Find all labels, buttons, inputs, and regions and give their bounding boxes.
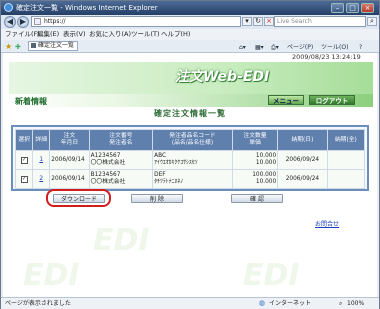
add-favorites-icon[interactable]: ✚ <box>15 41 21 53</box>
col-item-code: 発注者品名コード (品名/品名仕様) <box>152 129 233 151</box>
section-title: 新着情報 <box>15 97 47 106</box>
menu-favorites[interactable]: お気に入り(A) <box>89 29 131 40</box>
menu-edit[interactable]: 編集(E) <box>37 29 59 40</box>
internet-zone-icon: ◍ <box>259 299 266 307</box>
watermark: EDI <box>23 258 80 293</box>
search-input[interactable]: Live Search <box>274 16 366 27</box>
security-zone: インターネット <box>269 300 312 307</box>
col-detail: 詳細 <box>32 129 51 151</box>
inquiry-link[interactable]: お問合せ <box>315 219 339 228</box>
table-header-row: 選択 詳細 注文 年月日 注文番号 発注者名 発注者品名コード (品名/品名仕様… <box>14 129 366 151</box>
lock-icon[interactable]: ▾ <box>242 17 252 26</box>
col-order-date: 注文 年月日 <box>49 129 90 151</box>
select-checkbox[interactable]: ✓ <box>20 175 28 183</box>
minimize-button[interactable]: – <box>331 3 344 13</box>
favorites-bar: ★ ✚ 確定注文一覧 ⌂▾ ▦▾ ⎙▾ ページ(P) ツール(O) ? <box>1 40 379 53</box>
col-select: 選択 <box>14 129 34 151</box>
browser-tab[interactable]: 確定注文一覧 <box>28 41 78 51</box>
order-quantity: 100.000 <box>252 172 277 178</box>
menu-button[interactable]: メニュー <box>268 95 304 105</box>
current-datetime: 2009/08/23 13:24:19 <box>292 53 361 61</box>
due-all <box>326 150 366 170</box>
logout-button[interactable]: ログアウト <box>309 95 355 105</box>
item-code: ABC <box>154 153 167 159</box>
app-logo: 注文Web-EDI <box>175 69 270 85</box>
window-title: 確定注文一覧 - Windows Internet Explorer <box>16 4 158 12</box>
tab-title: 確定注文一覧 <box>38 42 75 49</box>
unit-price: 10.000 <box>255 179 277 185</box>
page-icon <box>34 18 41 25</box>
unit-price: 10.000 <box>255 160 277 166</box>
due-all <box>326 169 366 189</box>
menu-tools[interactable]: ツール(T) <box>131 29 160 40</box>
title-bar: 確定注文一覧 - Windows Internet Explorer – □ × <box>1 1 379 15</box>
table-row: ✓ 2 2006/09/14 B1234567 〇〇株式会社 DEF ﾀﾁﾂﾃﾄﾅﾆ… <box>14 169 366 189</box>
menu-file[interactable]: ファイル(F) <box>5 29 40 40</box>
address-toolbar: ◀ ▶ https:// ▾ ↻ × Live Search ⌕ <box>1 15 379 29</box>
quantity-cell: 10.000 10.000 <box>231 150 279 170</box>
ie-logo-icon <box>4 3 13 12</box>
order-table-frame: 選択 詳細 注文 年月日 注文番号 発注者名 発注者品名コード (品名/品名仕様… <box>11 125 369 191</box>
col-quantity: 注文数量 単価 <box>231 129 279 151</box>
detail-link[interactable]: 2 <box>39 176 43 182</box>
item-code: DEF <box>154 172 166 178</box>
select-cell: ✓ <box>14 150 34 170</box>
tab-page-icon <box>31 43 36 48</box>
order-number-cell: A1234567 〇〇株式会社 <box>88 150 154 170</box>
watermark: EDI <box>93 223 150 258</box>
detail-link[interactable]: 1 <box>39 157 43 163</box>
refresh-icon[interactable]: ↻ <box>253 17 263 26</box>
address-url: https:// <box>44 18 66 25</box>
menu-view[interactable]: 表示(V) <box>63 29 86 40</box>
detail-cell: 1 <box>32 150 51 170</box>
quantity-cell: 100.000 10.000 <box>231 169 279 189</box>
item-cell: DEF ﾀﾁﾂﾃﾄﾅﾆﾇﾈﾉ <box>152 169 233 189</box>
zoom-icon[interactable]: ⌕ <box>339 298 342 309</box>
orderer-name: 〇〇株式会社 <box>90 160 126 166</box>
zoom-level[interactable]: 100% <box>347 298 364 309</box>
orderer-name: 〇〇株式会社 <box>90 179 126 185</box>
col-due-date: 納期(日) <box>277 129 328 151</box>
confirm-button[interactable]: 確 認 <box>231 194 283 203</box>
detail-cell: 2 <box>32 169 51 189</box>
forward-button[interactable]: ▶ <box>17 16 29 28</box>
watermark: EDI <box>243 258 300 293</box>
order-number: B1234567 <box>90 172 121 178</box>
order-date: 2006/09/14 <box>49 150 90 170</box>
stop-icon[interactable]: × <box>264 17 274 26</box>
table-row: ✓ 1 2006/09/14 A1234567 〇〇株式会社 ABC ｱｲｳｴｵｶｷ… <box>14 150 366 170</box>
favorites-star-icon[interactable]: ★ <box>5 41 12 53</box>
maximize-button[interactable]: □ <box>346 3 359 13</box>
address-field[interactable]: https:// <box>31 16 241 27</box>
page-title: 確定注文情報一覧 <box>154 109 226 118</box>
item-cell: ABC ｱｲｳｴｵｶｷｸｹｺｻｼｽｾｿ <box>152 150 233 170</box>
back-button[interactable]: ◀ <box>4 16 16 28</box>
item-name: ｱｲｳｴｵｶｷｸｹｺｻｼｽｾｿ <box>154 160 198 166</box>
menu-bar: ファイル(F) 編集(E) 表示(V) お気に入り(A) ツール(T) ヘルプ(… <box>1 29 379 40</box>
due-date: 2006/09/24 <box>277 169 328 189</box>
order-number: A1234567 <box>90 153 121 159</box>
item-name: ﾀﾁﾂﾃﾄﾅﾆﾇﾈﾉ <box>154 179 184 185</box>
due-date: 2006/09/24 <box>277 150 328 170</box>
order-table: 選択 詳細 注文 年月日 注文番号 発注者名 発注者品名コード (品名/品名仕様… <box>14 129 366 189</box>
browser-window: 確定注文一覧 - Windows Internet Explorer – □ ×… <box>0 0 380 309</box>
highlight-ring <box>46 189 111 207</box>
page-content: EDI EDI EDI EDI 2009/08/23 13:24:19 注文We… <box>3 53 377 297</box>
search-icon[interactable]: ⌕ <box>367 17 377 26</box>
status-bar: ページが表示されました ◍ インターネット ⌕ 100% <box>1 297 379 309</box>
delete-button[interactable]: 削 除 <box>131 194 183 203</box>
select-cell: ✓ <box>14 169 34 189</box>
status-message: ページが表示されました <box>5 300 71 307</box>
order-number-cell: B1234567 〇〇株式会社 <box>88 169 154 189</box>
col-due-all: 納期(全) <box>326 129 366 151</box>
order-date: 2006/09/14 <box>49 169 90 189</box>
select-checkbox[interactable]: ✓ <box>20 156 28 164</box>
close-button[interactable]: × <box>361 3 374 13</box>
col-order-number: 注文番号 発注者名 <box>88 129 154 151</box>
order-quantity: 10.000 <box>255 153 277 159</box>
menu-help[interactable]: ヘルプ(H) <box>161 29 190 40</box>
